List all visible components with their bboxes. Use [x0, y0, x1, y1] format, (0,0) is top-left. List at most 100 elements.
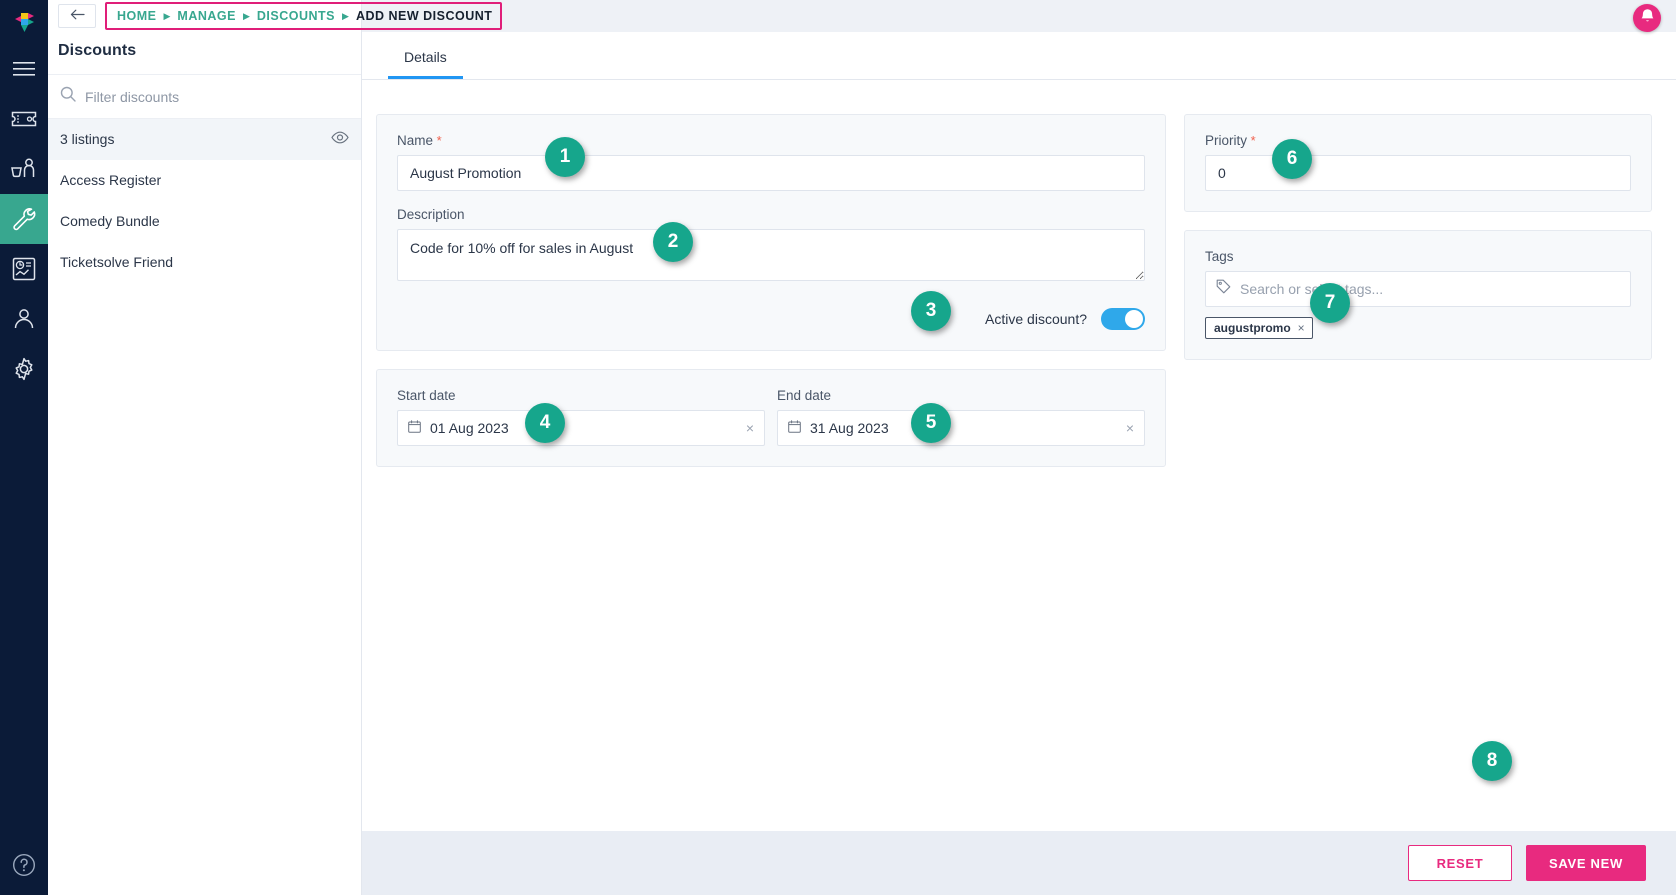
start-date-field[interactable]: 01 Aug 2023 ×	[397, 410, 765, 446]
callout-badge-5: 5	[911, 403, 951, 443]
eye-icon[interactable]	[331, 131, 349, 147]
description-label: Description	[397, 207, 1145, 222]
end-date-group: End date 31 Aug 2023	[777, 388, 1145, 446]
callout-badge-1: 1	[545, 137, 585, 177]
list-item[interactable]: 3 listings	[48, 119, 361, 160]
priority-input[interactable]	[1205, 155, 1631, 191]
top-bar	[362, 0, 1676, 32]
breadcrumb-separator: ▶	[243, 11, 250, 22]
app-root: Discounts 3 listings	[0, 0, 1676, 895]
required-asterisk: *	[1247, 133, 1256, 148]
start-date-group: Start date 01 Aug 2023	[397, 388, 765, 446]
tab-details[interactable]: Details	[388, 49, 463, 79]
active-discount-row: Active discount?	[397, 308, 1145, 330]
details-card: Name * Description Code for 10% off for …	[376, 114, 1166, 351]
breadcrumb-item-manage[interactable]: MANAGE	[177, 9, 236, 23]
tags-label: Tags	[1205, 249, 1631, 264]
filter-discounts-input[interactable]	[85, 89, 351, 105]
tag-chip-list: augustpromo ×	[1205, 317, 1631, 339]
help-button[interactable]	[0, 835, 48, 895]
form-content: Name * Description Code for 10% off for …	[362, 80, 1676, 831]
ticket-icon	[11, 109, 37, 129]
sidebar-item-ticketing[interactable]	[0, 94, 48, 144]
list-item-label: Access Register	[60, 172, 161, 188]
reset-button[interactable]: RESET	[1408, 845, 1512, 881]
priority-card: Priority *	[1184, 114, 1652, 212]
left-nav-rail	[0, 0, 48, 895]
breadcrumb: HOME ▶ MANAGE ▶ DISCOUNTS ▶ ADD NEW DISC…	[105, 2, 502, 30]
name-input[interactable]	[397, 155, 1145, 191]
form-right-column: Priority * Tags	[1184, 114, 1652, 831]
callout-badge-7: 7	[1310, 283, 1350, 323]
dates-row: Start date 01 Aug 2023	[397, 388, 1145, 446]
sidebar-item-menu[interactable]	[0, 44, 48, 94]
panel-title: Discounts	[48, 32, 361, 74]
back-button[interactable]	[58, 4, 96, 28]
tag-chip-remove-icon[interactable]: ×	[1298, 321, 1305, 335]
callout-badge-4: 4	[525, 403, 565, 443]
tag-chip[interactable]: augustpromo ×	[1205, 317, 1313, 339]
discount-list: 3 listings Access Register Comedy Bundle…	[48, 119, 361, 283]
help-question-icon	[12, 853, 36, 877]
tab-bar: Details	[362, 32, 1676, 80]
list-item[interactable]: Ticketsolve Friend	[48, 242, 361, 283]
person-icon	[12, 307, 36, 331]
end-date-value: 31 Aug 2023	[810, 420, 889, 436]
hamburger-menu-icon	[13, 61, 35, 77]
breadcrumb-separator: ▶	[164, 11, 171, 22]
calendar-icon	[788, 420, 801, 436]
sidebar-item-settings[interactable]	[0, 344, 48, 394]
required-asterisk: *	[433, 133, 442, 148]
tags-field[interactable]	[1205, 271, 1631, 307]
end-date-clear-icon[interactable]: ×	[1126, 421, 1134, 435]
ticketsolve-logo[interactable]	[0, 8, 48, 44]
start-date-clear-icon[interactable]: ×	[746, 421, 754, 435]
wrench-icon	[11, 206, 37, 232]
start-date-value: 01 Aug 2023	[430, 420, 509, 436]
form-left-column: Name * Description Code for 10% off for …	[376, 114, 1166, 831]
tag-chip-label: augustpromo	[1214, 321, 1291, 335]
name-label: Name *	[397, 133, 1145, 148]
name-field-group: Name *	[397, 133, 1145, 191]
discount-list-panel: Discounts 3 listings	[48, 0, 362, 895]
sidebar-item-sales[interactable]	[0, 144, 48, 194]
sidebar-item-manage[interactable]	[0, 194, 48, 244]
end-date-label: End date	[777, 388, 1145, 403]
save-new-button[interactable]: SAVE NEW	[1526, 845, 1646, 881]
priority-label: Priority *	[1205, 133, 1631, 148]
analytics-chart-icon	[12, 257, 36, 281]
description-field-group: Description Code for 10% off for sales i…	[397, 207, 1145, 286]
calendar-icon	[408, 420, 421, 436]
filter-discounts-row	[48, 74, 361, 119]
back-arrow-icon	[70, 7, 85, 25]
description-textarea[interactable]: Code for 10% off for sales in August	[397, 229, 1145, 281]
breadcrumb-item-home[interactable]: HOME	[117, 9, 157, 23]
tags-input[interactable]	[1240, 281, 1620, 297]
callout-badge-3: 3	[911, 291, 951, 331]
callout-badge-6: 6	[1272, 139, 1312, 179]
sidebar-item-account[interactable]	[0, 294, 48, 344]
active-discount-toggle[interactable]	[1101, 308, 1145, 330]
start-date-label: Start date	[397, 388, 765, 403]
callout-badge-8: 8	[1472, 741, 1512, 781]
list-item-label: Ticketsolve Friend	[60, 254, 173, 270]
callout-badge-2: 2	[653, 222, 693, 262]
toggle-knob	[1125, 310, 1143, 328]
dates-card: Start date 01 Aug 2023	[376, 369, 1166, 467]
list-item[interactable]: Comedy Bundle	[48, 201, 361, 242]
tags-card: Tags augustpromo ×	[1184, 230, 1652, 360]
sidebar-item-reports[interactable]	[0, 244, 48, 294]
end-date-field[interactable]: 31 Aug 2023 ×	[777, 410, 1145, 446]
bell-icon	[1640, 8, 1655, 29]
list-item[interactable]: Access Register	[48, 160, 361, 201]
action-footer: RESET SAVE NEW	[362, 831, 1676, 895]
breadcrumb-separator: ▶	[342, 11, 349, 22]
search-icon	[60, 86, 76, 107]
breadcrumb-item-discounts[interactable]: DISCOUNTS	[257, 9, 335, 23]
list-item-label: Comedy Bundle	[60, 213, 160, 229]
customer-icon	[10, 158, 38, 180]
list-item-label: 3 listings	[60, 131, 114, 147]
gear-icon	[12, 357, 36, 381]
active-discount-label: Active discount?	[985, 311, 1087, 327]
notifications-button[interactable]	[1633, 4, 1661, 32]
